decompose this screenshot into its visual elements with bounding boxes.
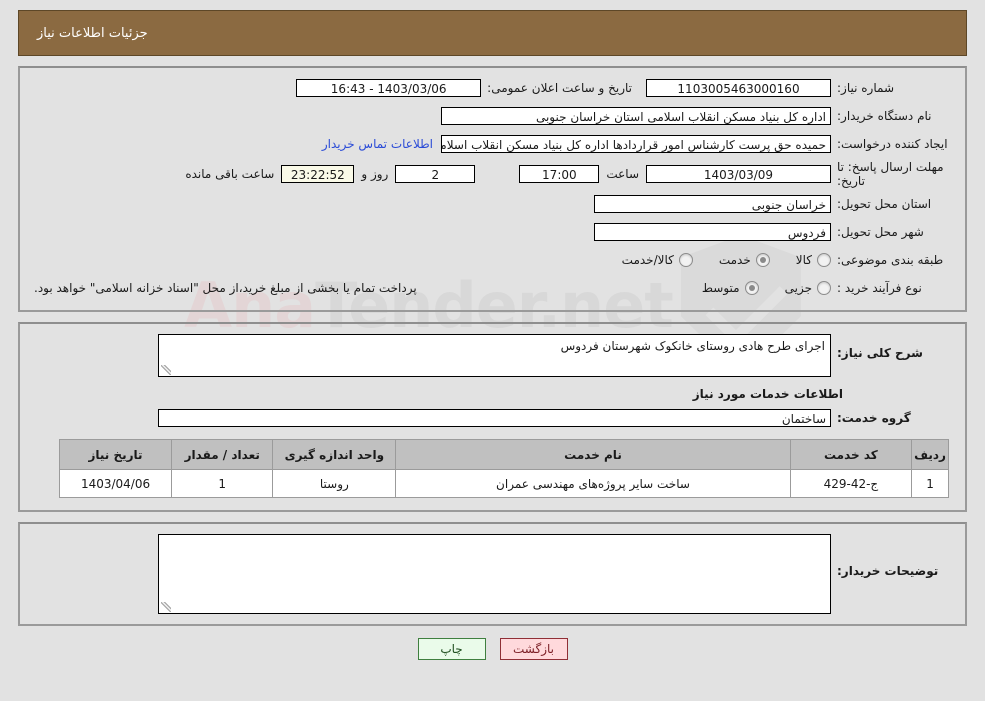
delivery-province-label: استان محل تحویل: xyxy=(837,196,932,211)
deadline-hour-value: 17:00 xyxy=(519,165,600,183)
radio-icon[interactable] xyxy=(817,253,831,267)
general-description-label: شرح کلی نیاز: xyxy=(837,346,923,360)
services-section-title: اطلاعات خدمات مورد نیاز xyxy=(692,387,843,401)
print-button[interactable]: چاپ xyxy=(417,638,486,660)
request-creator-value: حمیده حق پرست کارشناس امور قراردادها ادا… xyxy=(441,135,831,153)
buyer-notes-panel: توضیحات خریدار: xyxy=(18,522,967,626)
buyer-notes-label: توضیحات خریدار: xyxy=(837,564,939,578)
buyer-org-label: نام دستگاه خریدار: xyxy=(837,108,932,123)
row-delivery-province: استان محل تحویل: خراسان جنوبی xyxy=(28,192,957,216)
purchase-type-label: نوع فرآیند خرید : xyxy=(837,280,922,295)
request-creator-label: ایجاد کننده درخواست: xyxy=(837,136,948,151)
need-number-label: شماره نیاز: xyxy=(837,80,894,95)
back-button[interactable]: بازگشت xyxy=(499,638,568,660)
radio-icon[interactable] xyxy=(678,253,693,267)
radio-icon[interactable] xyxy=(744,281,759,295)
row-request-creator: ایجاد کننده درخواست: حمیده حق پرست کارشن… xyxy=(28,132,957,156)
cell-unit: روستا xyxy=(272,469,397,498)
category-radio-group: کالا خدمت کالا/خدمت xyxy=(596,253,831,267)
row-delivery-city: شهر محل تحویل: فردوس xyxy=(28,220,957,244)
cell-name: ساخت سایر پروژه‌های مهندسی عمران xyxy=(395,469,791,498)
action-button-bar: بازگشت چاپ xyxy=(0,638,985,660)
page-header-bar: جزئیات اطلاعات نیاز xyxy=(18,10,967,56)
radio-icon[interactable] xyxy=(755,253,770,267)
public-announce-label: تاریخ و ساعت اعلان عمومی: xyxy=(487,80,632,95)
delivery-city-label: شهر محل تحویل: xyxy=(837,224,924,239)
general-description-textarea[interactable]: اجرای طرح هادی روستای خانکوک شهرستان فرد… xyxy=(158,334,831,377)
general-description-value: اجرای طرح هادی روستای خانکوک شهرستان فرد… xyxy=(560,339,825,353)
deadline-date-value: 1403/03/09 xyxy=(646,165,831,183)
deadline-days-value: 2 xyxy=(395,165,476,183)
table-header-row: ردیف کد خدمت نام خدمت واحد اندازه گیری ت… xyxy=(58,439,949,470)
category-option-label: خدمت xyxy=(718,253,751,267)
cell-code: ج-42-429 xyxy=(789,469,913,498)
column-header-index: ردیف xyxy=(911,439,949,470)
page-title: جزئیات اطلاعات نیاز xyxy=(37,25,148,41)
delivery-province-value: خراسان جنوبی xyxy=(594,195,831,213)
table-row: 1 ج-42-429 ساخت سایر پروژه‌های مهندسی عم… xyxy=(58,469,949,498)
deadline-countdown-timer: 23:22:52 xyxy=(281,165,355,183)
resize-grip-icon[interactable] xyxy=(161,365,171,375)
delivery-city-value: فردوس xyxy=(594,223,831,241)
buyer-notes-textarea[interactable] xyxy=(158,534,831,614)
category-label: طبقه بندی موضوعی: xyxy=(837,252,944,267)
row-deadline: مهلت ارسال پاسخ: تا تاریخ: 1403/03/09 سا… xyxy=(28,160,957,188)
row-buyer-notes: توضیحات خریدار: xyxy=(28,534,957,614)
row-need-number: شماره نیاز: 1103005463000160 تاریخ و ساع… xyxy=(28,76,957,100)
resize-grip-icon[interactable] xyxy=(161,602,171,612)
row-purchase-type: نوع فرآیند خرید : جزیی متوسط پرداخت تمام… xyxy=(28,276,957,300)
column-header-unit: واحد اندازه گیری xyxy=(272,439,397,470)
column-header-code: کد خدمت xyxy=(789,439,913,470)
radio-icon[interactable] xyxy=(817,281,831,295)
service-group-label: گروه خدمت: xyxy=(837,411,911,425)
column-header-name: نام خدمت xyxy=(395,439,791,470)
cell-quantity: 1 xyxy=(171,469,274,498)
column-header-quantity: تعداد / مقدار xyxy=(171,439,274,470)
need-description-panel: شرح کلی نیاز: اجرای طرح هادی روستای خانک… xyxy=(18,322,967,512)
buyer-org-value: اداره کل بنیاد مسکن انقلاب اسلامی استان … xyxy=(441,107,831,125)
purchase-type-option-label: جزیی xyxy=(784,281,812,295)
purchase-type-option-motevaset[interactable]: متوسط xyxy=(702,281,759,295)
category-option-kala-khedmat[interactable]: کالا/خدمت xyxy=(622,253,693,267)
need-details-panel: شماره نیاز: 1103005463000160 تاریخ و ساع… xyxy=(18,66,967,312)
purchase-type-option-label: متوسط xyxy=(701,281,740,295)
need-number-value: 1103005463000160 xyxy=(646,79,831,97)
services-table: ردیف کد خدمت نام خدمت واحد اندازه گیری ت… xyxy=(58,439,949,498)
deadline-hour-label: ساعت xyxy=(606,167,639,181)
cell-need-date: 1403/04/06 xyxy=(58,469,173,498)
deadline-days-label: روز و xyxy=(361,167,389,181)
purchase-type-radio-group: جزیی متوسط xyxy=(676,281,831,295)
row-service-group: گروه خدمت: ساختمان xyxy=(28,409,957,427)
cell-index: 1 xyxy=(911,469,949,498)
purchase-type-option-jozei[interactable]: جزیی xyxy=(785,281,831,295)
purchase-type-note: پرداخت تمام یا بخشی از مبلغ خرید،از محل … xyxy=(34,281,417,295)
category-option-label: کالا xyxy=(795,253,812,267)
deadline-remaining-label: ساعت باقی مانده xyxy=(185,167,275,181)
column-header-date: تاریخ نیاز xyxy=(58,439,173,470)
row-general-description: شرح کلی نیاز: اجرای طرح هادی روستای خانک… xyxy=(28,334,957,377)
service-group-value: ساختمان xyxy=(158,409,831,427)
category-option-khedmat[interactable]: خدمت xyxy=(719,253,770,267)
deadline-label: مهلت ارسال پاسخ: تا تاریخ: xyxy=(837,160,944,188)
category-option-label: کالا/خدمت xyxy=(621,253,674,267)
row-category: طبقه بندی موضوعی: کالا خدمت کالا/خدمت xyxy=(28,248,957,272)
category-option-kala[interactable]: کالا xyxy=(796,253,831,267)
row-buyer-org: نام دستگاه خریدار: اداره کل بنیاد مسکن ا… xyxy=(28,104,957,128)
buyer-contact-link[interactable]: اطلاعات تماس خریدار xyxy=(314,137,441,151)
public-announce-value: 1403/03/06 - 16:43 xyxy=(296,79,482,97)
